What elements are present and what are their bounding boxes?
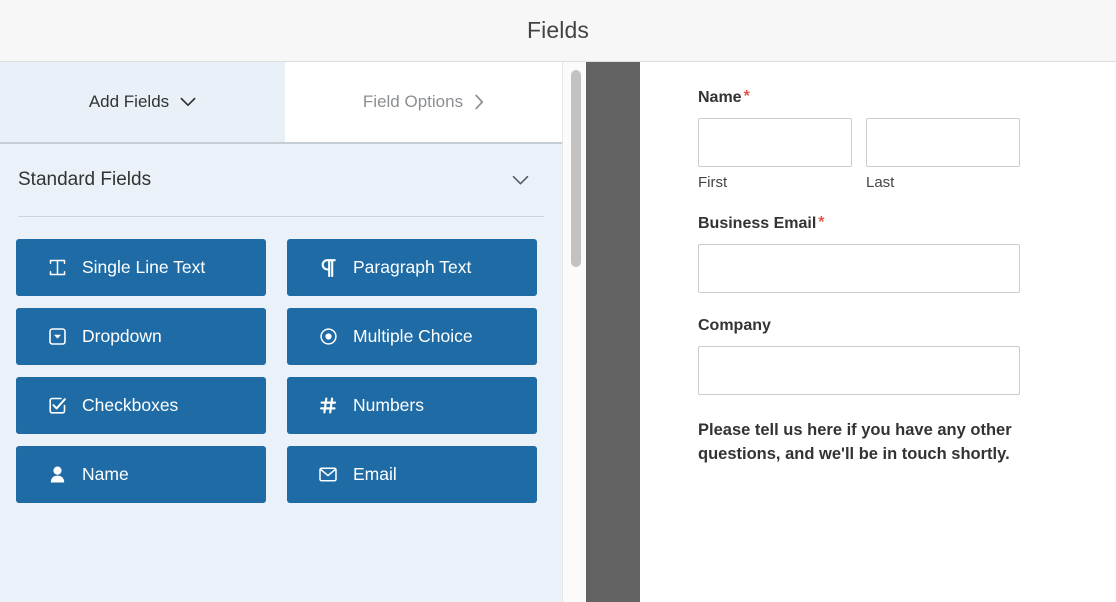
required-indicator: *: [818, 214, 825, 231]
standard-fields-header[interactable]: Standard Fields: [16, 144, 546, 216]
preview-field-label: Company: [698, 317, 771, 334]
user-icon: [46, 466, 68, 483]
tab-add-fields[interactable]: Add Fields: [0, 62, 285, 142]
pilcrow-icon: [317, 258, 339, 277]
form-preview-pane: Name * First Last Business Email * Compa…: [640, 62, 1116, 602]
preview-field-name[interactable]: Name * First Last: [698, 89, 1116, 191]
preview-field-business-email[interactable]: Business Email *: [698, 215, 1116, 293]
field-button-dropdown[interactable]: Dropdown: [16, 308, 266, 365]
preview-gutter: [586, 62, 640, 602]
builder-panel-scrollbar[interactable]: [562, 62, 586, 602]
preview-html-text: Please tell us here if you have any othe…: [698, 421, 1012, 463]
field-button-label: Dropdown: [82, 326, 162, 346]
form-builder-screen: Fields Add Fields Field Options Standard…: [0, 0, 1116, 602]
field-button-checkboxes[interactable]: Checkboxes: [16, 377, 266, 434]
preview-field-label: Business Email: [698, 215, 817, 232]
dropdown-caret-icon: [46, 328, 68, 345]
company-input[interactable]: [698, 346, 1020, 395]
field-button-label: Multiple Choice: [353, 326, 473, 346]
standard-fields-title: Standard Fields: [18, 169, 152, 190]
first-name-sublabel: First: [698, 174, 728, 191]
builder-tabs: Add Fields Field Options: [0, 62, 562, 144]
field-button-paragraph-text[interactable]: Paragraph Text: [287, 239, 537, 296]
preview-field-label-wrap: Name *: [698, 89, 1116, 107]
required-indicator: *: [743, 88, 750, 105]
tab-field-options-label: Field Options: [362, 92, 464, 111]
last-name-input[interactable]: [866, 118, 1020, 167]
field-button-label: Email: [353, 464, 397, 484]
last-name-sublabel: Last: [866, 174, 895, 191]
preview-name-last: Last: [866, 118, 1020, 191]
first-name-input[interactable]: [698, 118, 852, 167]
business-email-input[interactable]: [698, 244, 1020, 293]
standard-fields-section: Standard Fields Single Line Text Paragra…: [0, 144, 562, 503]
hash-icon: [317, 397, 339, 414]
field-button-numbers[interactable]: Numbers: [287, 377, 537, 434]
preview-name-subfields: First Last: [698, 118, 1116, 191]
preview-field-html-block[interactable]: Please tell us here if you have any othe…: [698, 419, 1116, 467]
tab-add-fields-label: Add Fields: [88, 92, 170, 111]
section-divider: [18, 216, 544, 217]
preview-field-label-wrap: Business Email *: [698, 215, 1116, 233]
text-cursor-icon: [46, 259, 68, 276]
page-title: Fields: [527, 17, 589, 43]
checkbox-checked-icon: [46, 397, 68, 414]
field-button-label: Paragraph Text: [353, 257, 472, 277]
preview-field-company[interactable]: Company: [698, 317, 1116, 395]
chevron-down-icon: [180, 97, 196, 107]
preview-field-label: Name: [698, 89, 742, 106]
envelope-icon: [317, 467, 339, 482]
scrollbar-thumb[interactable]: [571, 70, 581, 267]
page-header: Fields: [0, 0, 1116, 62]
field-button-single-line-text[interactable]: Single Line Text: [16, 239, 266, 296]
field-button-multiple-choice[interactable]: Multiple Choice: [287, 308, 537, 365]
fields-builder-panel: Add Fields Field Options Standard Fields…: [0, 62, 562, 602]
field-button-name[interactable]: Name: [16, 446, 266, 503]
field-button-email[interactable]: Email: [287, 446, 537, 503]
radio-button-icon: [317, 328, 339, 345]
chevron-right-icon: [474, 94, 484, 110]
field-button-label: Name: [82, 464, 129, 484]
field-button-label: Numbers: [353, 395, 424, 415]
preview-name-first: First: [698, 118, 852, 191]
field-button-label: Checkboxes: [82, 395, 179, 415]
tab-field-options[interactable]: Field Options: [285, 62, 562, 142]
preview-field-label-wrap: Company: [698, 317, 1116, 335]
field-button-label: Single Line Text: [82, 257, 206, 277]
chevron-down-icon[interactable]: [512, 175, 544, 186]
standard-fields-grid: Single Line Text Paragraph Text Dropdown…: [16, 239, 546, 503]
